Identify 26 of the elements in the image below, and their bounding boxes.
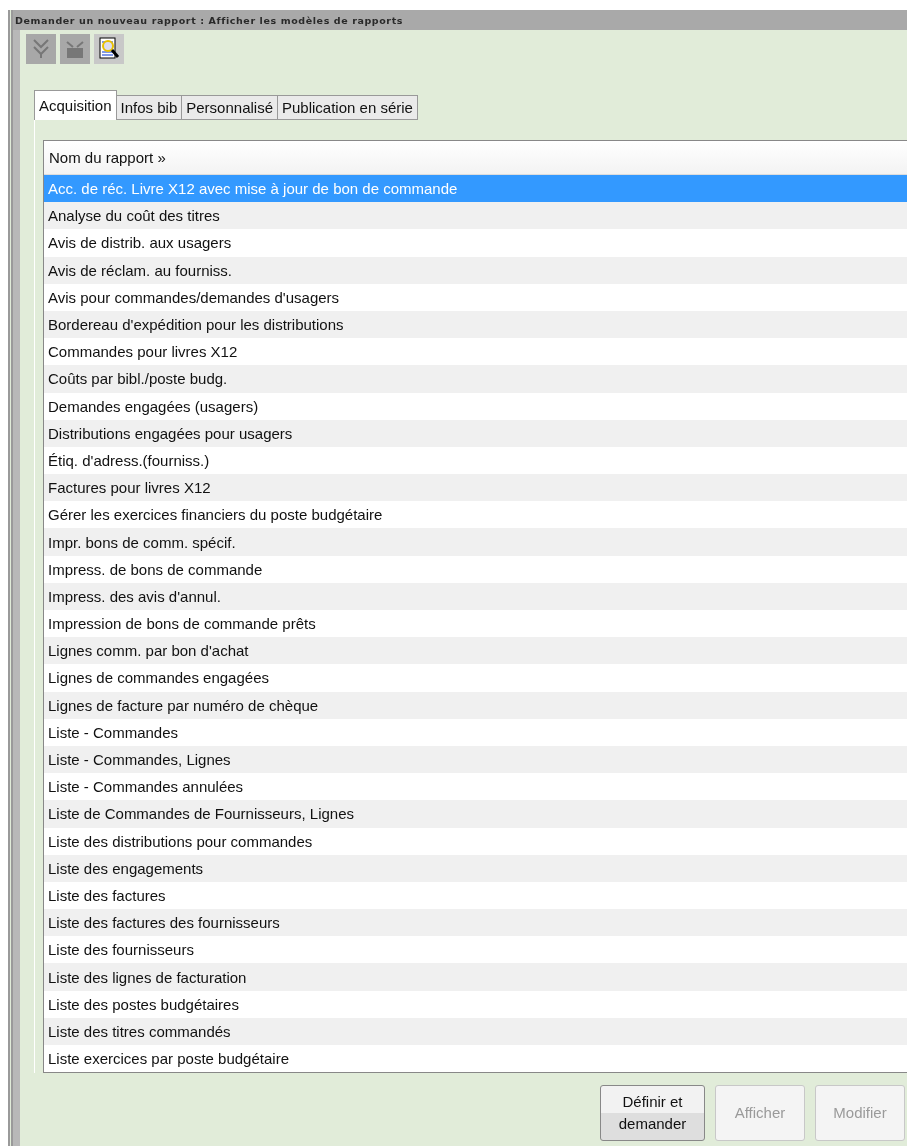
tab[interactable]: Personnalisé xyxy=(181,95,278,120)
tab[interactable]: Acquisition xyxy=(34,90,117,120)
report-row[interactable]: Analyse du coût des titres xyxy=(44,202,907,230)
report-row[interactable]: Bordereau d'expédition pour les distributions xyxy=(44,310,907,339)
report-row[interactable]: Impr. bons de comm. spécif. xyxy=(44,528,907,556)
report-row[interactable]: Liste des titres commandés xyxy=(44,1017,907,1045)
report-row[interactable]: Liste de Commandes de Fournisseurs, Lignes xyxy=(44,800,907,828)
action-button[interactable]: Définir et demander xyxy=(600,1085,705,1142)
down-arrow-icon xyxy=(32,38,50,60)
report-row[interactable]: Liste des engagements xyxy=(44,854,907,882)
tray-icon xyxy=(64,38,86,60)
tab[interactable]: Publication en série xyxy=(277,95,418,120)
report-row[interactable]: Lignes de facture par numéro de chèque xyxy=(44,691,907,719)
report-row[interactable]: Liste des factures des fournisseurs xyxy=(44,909,907,937)
report-row[interactable]: Avis de réclam. au fourniss. xyxy=(44,256,907,284)
window-title: Demander un nouveau rapport : Afficher les modèles de rapports xyxy=(15,14,404,26)
report-row[interactable]: Lignes comm. par bon d'achat xyxy=(44,637,907,665)
report-row[interactable]: Impress. des avis d'annul. xyxy=(44,582,907,610)
report-row[interactable]: Liste - Commandes, Lignes xyxy=(44,745,907,774)
report-row[interactable]: Factures pour livres X12 xyxy=(44,474,907,502)
tab[interactable]: Infos bib xyxy=(115,95,183,120)
document-magnifier-icon xyxy=(98,37,120,61)
report-row[interactable]: Distributions engagées pour usagers xyxy=(44,419,907,447)
toolbar-button[interactable] xyxy=(94,34,124,64)
report-row[interactable]: Coûts par bibl./poste budg. xyxy=(44,365,907,393)
report-row[interactable]: Liste des lignes de facturation xyxy=(44,963,907,991)
